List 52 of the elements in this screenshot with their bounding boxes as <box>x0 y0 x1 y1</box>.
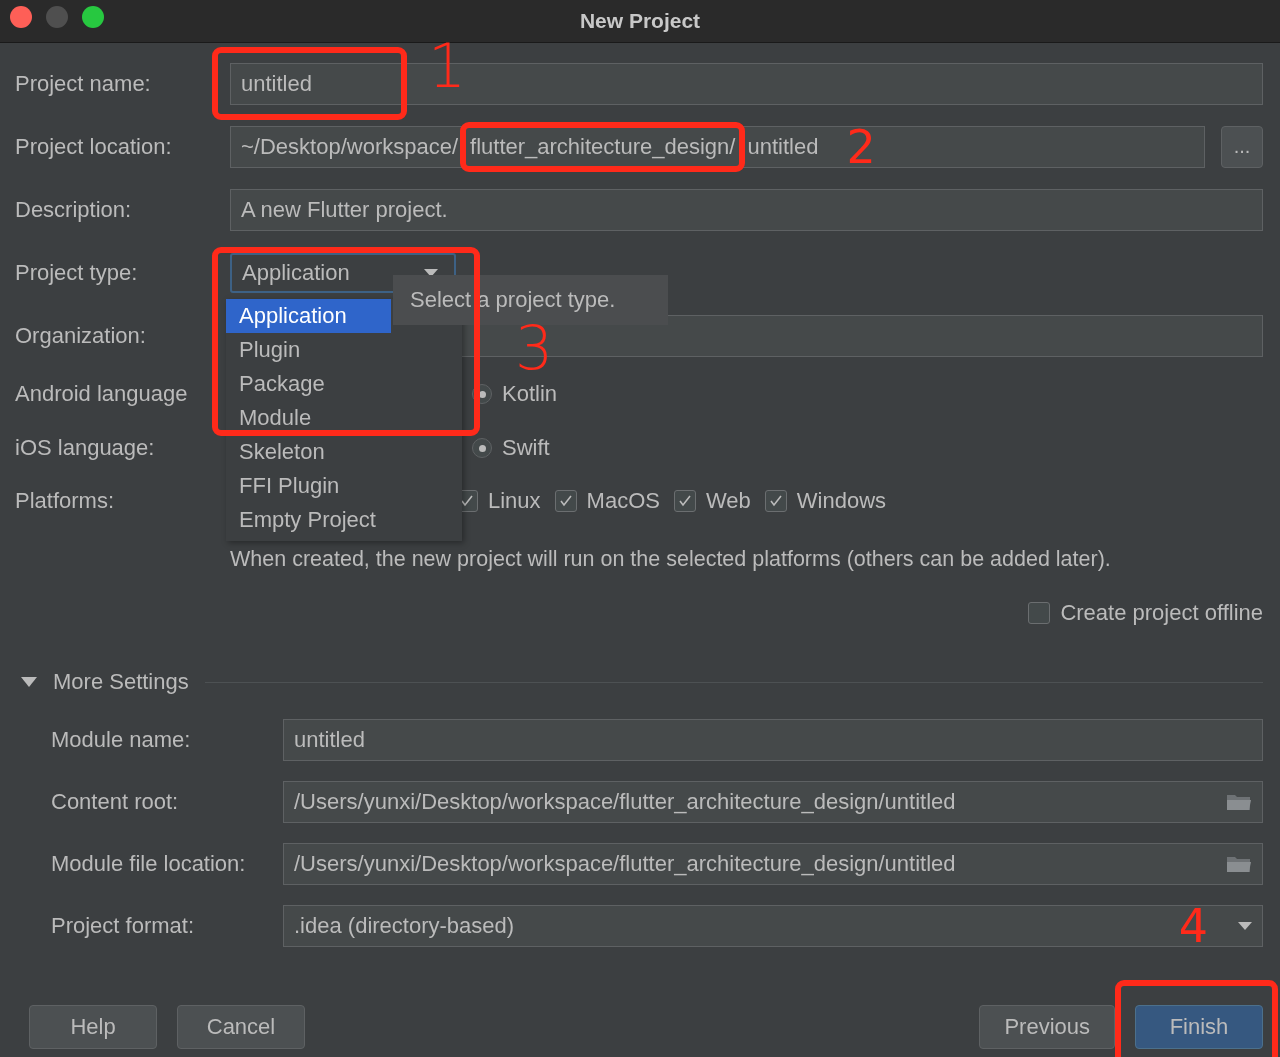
folder-icon <box>1226 792 1252 812</box>
field-label: Project location: <box>15 133 173 160</box>
checkbox-option[interactable]: Web <box>673 488 751 514</box>
checkmark-icon <box>677 494 692 508</box>
field-label: iOS language: <box>15 435 156 461</box>
field-label: Project name: <box>15 70 152 97</box>
annotation-number: 4 <box>1178 906 1208 946</box>
format-dropdown[interactable]: .idea (directory-based) 4 <box>283 905 1263 947</box>
field-label: Module name: <box>51 727 192 753</box>
dialog-button[interactable]: Cancel <box>177 1005 305 1049</box>
field-label: Organization: <box>15 322 147 349</box>
checkbox-option[interactable]: Windows <box>764 488 887 514</box>
text-field[interactable]: A new Flutter project. <box>230 188 1263 231</box>
path-text: flutter_architecture_design/ <box>470 133 736 159</box>
platforms-hint: When created, the new project will run on the selected platforms (others can be added later). <box>230 546 1112 573</box>
menu-item[interactable]: Package <box>226 366 462 401</box>
menu-item[interactable]: Skeleton <box>226 434 462 469</box>
field-label: Android language <box>15 381 189 407</box>
path-text: untitled <box>747 133 819 160</box>
offline-checkbox[interactable]: Create project offline <box>1028 600 1263 626</box>
field-label: Content root: <box>51 789 180 815</box>
close-button[interactable] <box>10 6 32 28</box>
field-label: Project format: <box>51 913 196 939</box>
finish-button[interactable]: Finish <box>1135 1005 1263 1049</box>
section-title[interactable]: More Settings <box>53 669 189 695</box>
text-field[interactable]: untitled <box>283 719 1263 761</box>
field-label: Description: <box>15 196 133 223</box>
folder-icon <box>1226 854 1252 874</box>
caret-icon <box>424 268 438 277</box>
path-field[interactable]: /Users/yunxi/Desktop/workspace/flutter_architecture_design/untitled <box>283 843 1263 885</box>
field-label: Platforms: <box>15 488 116 514</box>
window-title: New Project <box>579 9 701 33</box>
checkbox-option[interactable]: MacOS <box>554 488 660 514</box>
collapse-arrow-icon[interactable] <box>21 677 37 687</box>
menu-item[interactable]: Plugin <box>226 332 462 367</box>
path-field[interactable]: /Users/yunxi/Desktop/workspace/flutter_architecture_design/untitled <box>283 781 1263 823</box>
menu-item[interactable]: Application <box>226 298 391 333</box>
path-text: ~/Desktop/workspace/ <box>241 133 459 160</box>
field-label: Module file location: <box>51 851 247 877</box>
zoom-button[interactable] <box>82 6 104 28</box>
browse-button[interactable]: ... <box>1221 125 1263 168</box>
checkmark-icon <box>558 494 573 508</box>
annotation-number: 2 <box>846 126 876 167</box>
checkmark-icon <box>768 494 783 508</box>
checkmark-icon <box>460 494 474 508</box>
field-label: Project type: <box>15 259 139 286</box>
dialog-button[interactable]: Help <box>29 1005 157 1049</box>
radio-option[interactable]: Swift <box>472 435 550 461</box>
radio-option[interactable]: Kotlin <box>472 381 558 407</box>
menu-item[interactable]: Module <box>226 400 462 435</box>
caret-icon <box>1238 922 1252 930</box>
dialog-button[interactable]: Previous <box>979 1005 1115 1049</box>
